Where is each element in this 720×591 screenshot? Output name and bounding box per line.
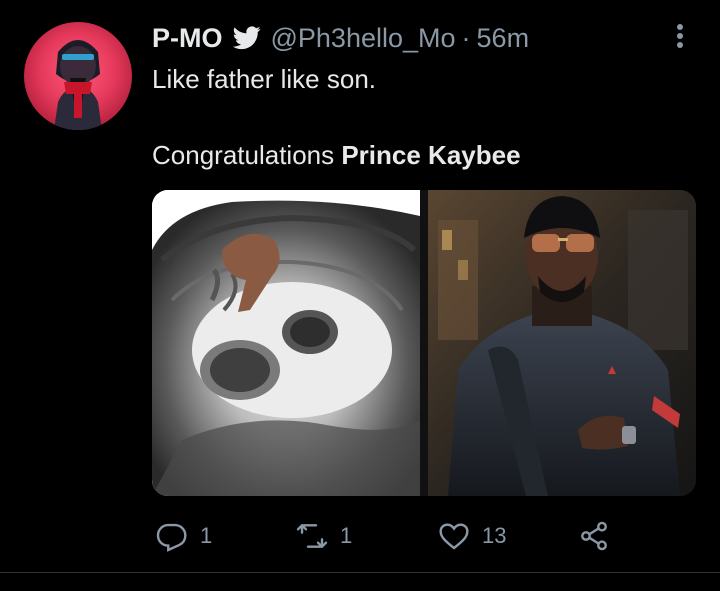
user-handle[interactable]: @Ph3hello_Mo (271, 23, 456, 54)
like-count: 13 (482, 523, 507, 548)
tweet-text-line-1: Like father like son. (152, 64, 377, 94)
retweet-button[interactable]: 1 (296, 514, 352, 558)
tweet-header: P-MO @Ph3hello_Mo · 56m (152, 18, 529, 58)
tweet-actions: 1 1 13 (152, 514, 672, 558)
tweet[interactable]: P-MO @Ph3hello_Mo · 56m Like father like… (0, 0, 720, 591)
separator-dot: · (461, 22, 471, 53)
ultrasound-image[interactable] (152, 190, 420, 496)
display-name[interactable]: P-MO (152, 23, 223, 54)
retweet-icon (296, 520, 328, 552)
reply-button[interactable]: 1 (156, 514, 212, 558)
reply-icon (156, 520, 188, 552)
reply-count: 1 (200, 523, 213, 548)
more-vertical-icon[interactable] (666, 22, 694, 50)
avatar[interactable] (24, 22, 132, 130)
divider (0, 572, 720, 573)
retweet-count: 1 (340, 523, 353, 548)
tweet-text-line-2: Congratulations Prince Kaybee (152, 136, 521, 174)
like-button[interactable]: 13 (438, 514, 506, 558)
tweet-text: Like father like son. Congratulations Pr… (152, 60, 521, 174)
verified-bird-icon (232, 26, 261, 50)
timestamp[interactable]: 56m (477, 23, 530, 54)
share-icon (578, 520, 610, 552)
tweet-text-prefix: Congratulations (152, 140, 342, 170)
heart-icon (438, 520, 470, 552)
mention-prince-kaybee[interactable]: Prince Kaybee (341, 140, 520, 170)
share-button[interactable] (578, 514, 610, 558)
tweet-media (152, 190, 696, 496)
avatar-image (54, 40, 102, 130)
man-in-leather-jacket-photo[interactable] (428, 190, 696, 496)
